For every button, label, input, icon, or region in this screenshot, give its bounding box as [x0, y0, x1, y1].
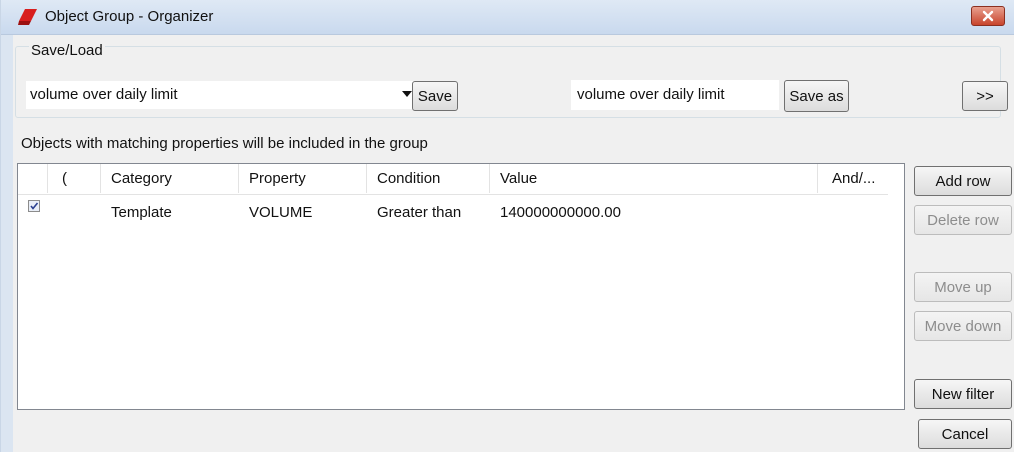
- column-header-condition[interactable]: Condition: [377, 170, 440, 187]
- saved-filter-combo[interactable]: volume over daily limit: [26, 81, 418, 109]
- row-property-cell[interactable]: VOLUME: [249, 204, 312, 221]
- column-separator: [100, 164, 101, 193]
- cancel-button[interactable]: Cancel: [918, 419, 1012, 449]
- object-group-organizer-window: Object Group - Organizer volume over dai…: [0, 0, 1014, 452]
- column-separator: [366, 164, 367, 193]
- column-header-property[interactable]: Property: [249, 170, 306, 187]
- chevron-down-icon[interactable]: [402, 91, 412, 97]
- close-icon: [982, 10, 994, 22]
- checkmark-icon: [30, 202, 39, 210]
- column-header-category[interactable]: Category: [111, 170, 172, 187]
- filter-grid[interactable]: ( Category Property Condition Value And/…: [17, 163, 905, 410]
- save-as-button[interactable]: Save as: [784, 80, 849, 112]
- saved-filter-combo-value: volume over daily limit: [30, 86, 178, 103]
- row-enabled-checkbox[interactable]: [28, 200, 40, 212]
- grid-header: ( Category Property Condition Value And/…: [18, 164, 888, 195]
- save-as-name-value: volume over daily limit: [577, 86, 725, 103]
- window-left-border: [1, 0, 13, 452]
- info-text: Objects with matching properties will be…: [21, 135, 428, 152]
- column-separator: [489, 164, 490, 193]
- column-header-value[interactable]: Value: [500, 170, 537, 187]
- expand-button[interactable]: >>: [962, 81, 1008, 111]
- save-load-group: volume over daily limit Save volume over…: [15, 46, 1008, 118]
- row-category-cell[interactable]: Template: [111, 204, 172, 221]
- client-area: volume over daily limit Save volume over…: [13, 35, 1014, 452]
- save-button[interactable]: Save: [412, 81, 458, 111]
- row-condition-cell[interactable]: Greater than: [377, 204, 461, 221]
- app-logo-icon: [18, 9, 37, 25]
- move-down-button[interactable]: Move down: [914, 311, 1012, 341]
- column-header-and-or[interactable]: And/...: [832, 170, 875, 187]
- add-row-button[interactable]: Add row: [914, 166, 1012, 196]
- close-button[interactable]: [971, 6, 1005, 26]
- column-header-paren[interactable]: (: [62, 170, 67, 187]
- delete-row-button[interactable]: Delete row: [914, 205, 1012, 235]
- new-filter-button[interactable]: New filter: [914, 379, 1012, 409]
- row-value-cell[interactable]: 140000000000.00: [500, 204, 621, 221]
- window-title: Object Group - Organizer: [45, 8, 214, 25]
- column-separator: [47, 164, 48, 193]
- save-load-legend: Save/Load: [29, 42, 105, 59]
- column-separator: [238, 164, 239, 193]
- title-bar[interactable]: Object Group - Organizer: [1, 0, 1014, 35]
- save-as-name-field[interactable]: volume over daily limit: [571, 80, 779, 110]
- column-separator: [817, 164, 818, 193]
- move-up-button[interactable]: Move up: [914, 272, 1012, 302]
